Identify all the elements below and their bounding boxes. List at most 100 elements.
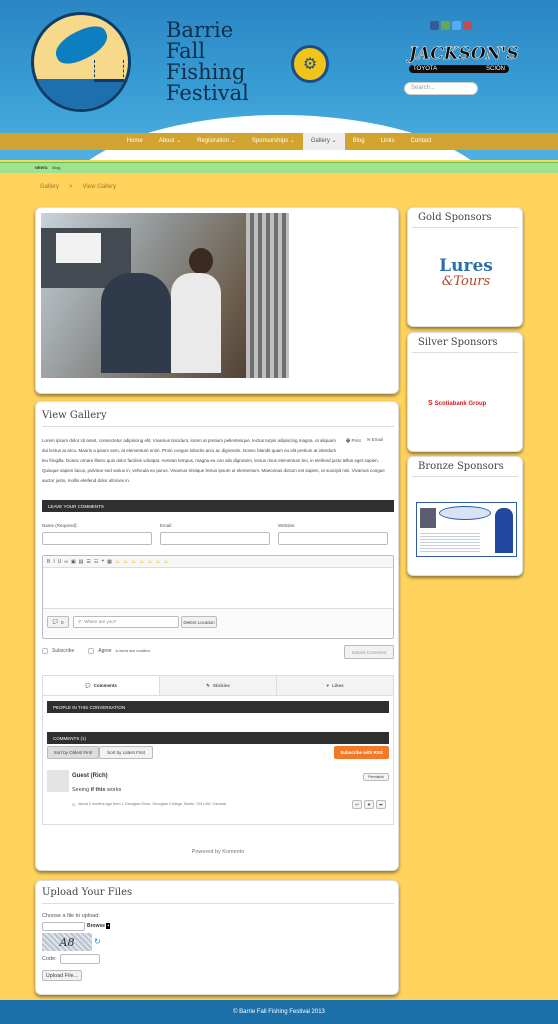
permalink-button[interactable]: Permalink — [363, 773, 389, 781]
smiley-icon[interactable]: ☺ — [115, 559, 120, 565]
image-button[interactable]: ▣ — [71, 559, 76, 565]
nav-blog[interactable]: Blog — [345, 133, 373, 150]
website-field[interactable] — [278, 532, 388, 545]
scion-label: SCION — [485, 66, 505, 72]
site-title-line: Festival — [166, 81, 249, 105]
lures-text: Lures — [439, 256, 493, 276]
file-path-field[interactable] — [42, 922, 85, 931]
scotiabank-logo[interactable]: S Scotiabank Group — [428, 400, 486, 407]
smiley-icon[interactable]: ☺ — [155, 559, 160, 565]
avatar[interactable] — [47, 770, 69, 792]
bold-button[interactable]: B — [47, 559, 50, 565]
list-button[interactable]: ☰ — [86, 559, 90, 565]
chat-icon: 💬 — [52, 619, 59, 624]
sort-oldest-button[interactable]: Sort by Oldest First — [47, 746, 99, 759]
search-input[interactable]: Search... — [404, 82, 478, 95]
editor-footer: 💬 0 ⚲ Where are you? Detect Location — [43, 608, 393, 636]
festival-logo[interactable] — [31, 12, 131, 112]
smiley-icon[interactable]: ☺ — [123, 559, 128, 565]
captcha-image: A8 — [42, 933, 92, 951]
upload-card: Upload Your Files Choose a file to uploa… — [35, 880, 399, 995]
photo-fence — [246, 213, 289, 378]
editor-toolbar: B I U ∞ ▣ ▤ ☰ ☷ ❝ ▦ ☺ ☺ ☺ ☺ ☺ ☺ ☺ — [43, 556, 393, 568]
comments-panel: 💬 Comments ✎ Stickies ♥ Likes PEOPLE IN THI… — [42, 675, 394, 825]
comment-text-bold: if this — [90, 787, 106, 793]
terms-link[interactable]: to terms and condition. — [116, 649, 151, 653]
sponsor-badge — [439, 506, 491, 520]
agree-checkbox[interactable] — [88, 648, 95, 654]
jacksons-sponsor-logo[interactable]: JACKSON'S TOYOTA SCION — [409, 44, 519, 76]
sort-buttons: Sort by Oldest First Sort by Latest Firs… — [47, 746, 153, 759]
detect-location-button[interactable]: Detect Location — [181, 616, 217, 628]
breadcrumb-separator: > — [69, 184, 73, 190]
sort-latest-button[interactable]: Sort by Latest First — [99, 746, 153, 759]
smiley-icon[interactable]: ☺ — [139, 559, 144, 565]
tab-likes[interactable]: ♥ Likes — [276, 676, 393, 695]
facebook-icon[interactable] — [430, 21, 439, 30]
tab-stickies-label: Stickies — [212, 683, 230, 688]
breadcrumb-current: View Gallery — [82, 184, 117, 190]
nav-links[interactable]: Links — [373, 133, 403, 150]
tab-comments[interactable]: 💬 Comments — [43, 676, 159, 695]
news-ticker: NEWS: Blog — [0, 162, 558, 173]
location-count-button[interactable]: 💬 0 — [47, 616, 69, 628]
twitter-icon[interactable] — [452, 21, 461, 30]
email-icon[interactable] — [463, 21, 472, 30]
captcha-code-field[interactable] — [60, 954, 100, 964]
powered-by[interactable]: Powered by Komento — [36, 849, 400, 855]
nav-registration[interactable]: Registration ⌄ — [189, 133, 244, 150]
comment-text-post: works — [105, 787, 122, 793]
comment-textarea[interactable] — [43, 568, 393, 608]
news-link[interactable]: Blog — [52, 165, 60, 171]
photo-kid — [171, 273, 221, 373]
article-body: Lorem ipsum dolor sit amet, consectetur … — [42, 436, 392, 486]
location-input[interactable]: ⚲ Where are you? — [73, 616, 179, 628]
comment-author[interactable]: Guest (Rich) — [72, 773, 108, 779]
bronze-sponsor-ad[interactable] — [416, 502, 517, 557]
bronze-sponsors-card: Bronze Sponsors — [407, 456, 523, 576]
body-line: auctor justo, mollis eleifend dolor ultr… — [42, 478, 131, 483]
silver-sponsors-title: Silver Sponsors — [412, 333, 518, 353]
email-label: Email: — [160, 523, 173, 528]
smiley-icon[interactable]: ☺ — [163, 559, 168, 565]
social-links — [430, 21, 472, 30]
tab-comments-label: Comments — [93, 683, 117, 688]
code-button[interactable]: ▦ — [107, 559, 112, 565]
email-field[interactable] — [160, 532, 270, 545]
lures-tours-logo[interactable]: Lures &Tours — [426, 258, 506, 300]
subscribe-checkbox[interactable] — [42, 648, 48, 654]
gallery-photo[interactable] — [41, 213, 289, 378]
quote-button[interactable]: ❝ — [101, 559, 104, 565]
upload-file-button[interactable]: Upload File... — [42, 970, 82, 981]
underline-button[interactable]: U — [58, 559, 62, 565]
nav-home[interactable]: Home — [119, 133, 151, 150]
plus-icon[interactable] — [441, 21, 450, 30]
nav-contact[interactable]: Contact — [403, 133, 440, 150]
agree-label: Agree — [98, 648, 112, 654]
share-icon[interactable]: ➦ — [376, 800, 386, 809]
title-divider — [42, 426, 394, 427]
submit-comment-button[interactable]: Submit Comment — [344, 645, 394, 659]
nav-gallery[interactable]: Gallery ⌄ — [302, 133, 345, 150]
comment-meta: ◷ about 2 months ago from 1 Georgian Driv… — [72, 802, 226, 807]
body-line: leo fringilla. Donec ornare libero quis … — [42, 458, 379, 463]
breadcrumb-gallery[interactable]: Gallery — [40, 184, 59, 190]
sponsor-ad-text — [420, 531, 480, 553]
smiley-icon[interactable]: ☺ — [131, 559, 136, 565]
like-icon[interactable]: ♥ — [364, 800, 374, 809]
name-field[interactable] — [42, 532, 152, 545]
reply-icon[interactable]: ↩ — [352, 800, 362, 809]
tab-stickies[interactable]: ✎ Stickies — [159, 676, 276, 695]
link-button[interactable]: ∞ — [64, 559, 68, 565]
browse-button[interactable]: Browse ▪ — [87, 923, 111, 929]
italic-button[interactable]: I — [53, 559, 54, 565]
nav-about[interactable]: About ⌄ — [151, 133, 189, 150]
tab-likes-label: Likes — [332, 683, 344, 688]
numbered-list-button[interactable]: ☷ — [94, 559, 98, 565]
video-button[interactable]: ▤ — [79, 559, 84, 565]
smiley-icon[interactable]: ☺ — [147, 559, 152, 565]
rotary-logo: ⚙ — [291, 45, 329, 83]
refresh-icon[interactable]: ↻ — [94, 937, 101, 946]
subscribe-rss-button[interactable]: Subscribe with RSS — [334, 746, 389, 759]
nav-sponsorships[interactable]: Sponsorships ⌄ — [244, 133, 303, 150]
